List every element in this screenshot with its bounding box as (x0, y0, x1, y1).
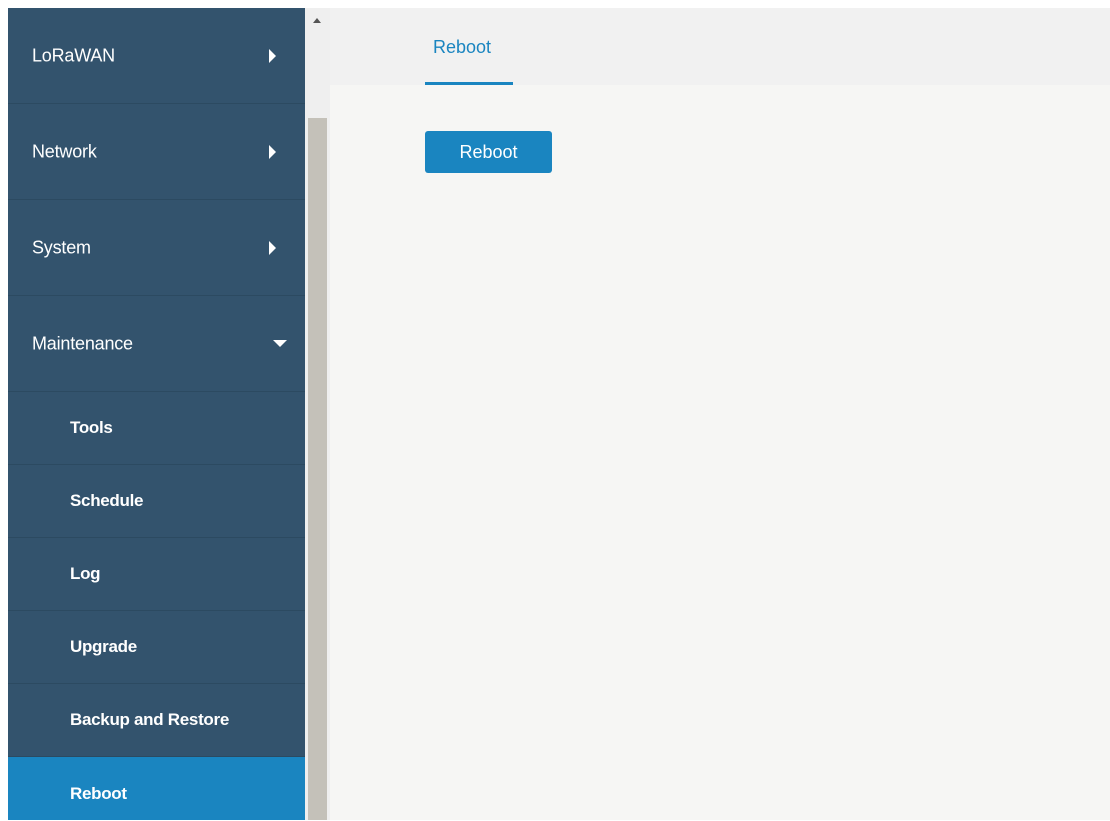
tab-reboot[interactable]: Reboot (425, 8, 513, 85)
sidebar-item-label: Maintenance (32, 333, 133, 353)
sidebar-subitem-label: Tools (70, 418, 113, 437)
sidebar-subitem-backup-restore[interactable]: Backup and Restore (8, 684, 305, 757)
sidebar-subitem-label: Log (70, 564, 101, 583)
sidebar-subitem-schedule[interactable]: Schedule (8, 465, 305, 538)
chevron-down-icon (273, 339, 287, 347)
sidebar-item-system[interactable]: System (8, 200, 305, 296)
sidebar-item-maintenance[interactable]: Maintenance (8, 296, 305, 392)
main-content: Reboot Reboot (330, 8, 1110, 820)
sidebar-subitem-tools[interactable]: Tools (8, 392, 305, 465)
scrollbar-thumb[interactable] (308, 118, 327, 820)
reboot-button[interactable]: Reboot (425, 131, 552, 173)
tab-bar: Reboot (330, 8, 1110, 85)
sidebar-item-network[interactable]: Network (8, 104, 305, 200)
sidebar-item-label: LoRaWAN (32, 45, 115, 65)
app-window: LoRaWAN Network System Maintenance Tools… (0, 0, 1110, 821)
chevron-right-icon (269, 240, 276, 255)
sidebar-subitem-reboot[interactable]: Reboot (8, 757, 305, 820)
sidebar-scrollbar[interactable] (305, 8, 330, 820)
sidebar: LoRaWAN Network System Maintenance Tools… (8, 8, 305, 820)
sidebar-subitem-label: Upgrade (70, 637, 137, 656)
sidebar-subitem-label: Backup and Restore (70, 710, 229, 729)
chevron-right-icon (269, 48, 276, 63)
scroll-up-arrow-icon[interactable] (313, 18, 321, 23)
sidebar-item-label: Network (32, 141, 97, 161)
sidebar-item-lorawan[interactable]: LoRaWAN (8, 8, 305, 104)
sidebar-subitem-label: Reboot (70, 783, 127, 803)
tab-label: Reboot (433, 37, 492, 57)
sidebar-subitem-log[interactable]: Log (8, 538, 305, 611)
sidebar-item-label: System (32, 237, 91, 257)
sidebar-subitem-upgrade[interactable]: Upgrade (8, 611, 305, 684)
active-tab-indicator (425, 82, 513, 85)
sidebar-subitem-label: Schedule (70, 491, 144, 510)
chevron-right-icon (269, 144, 276, 159)
